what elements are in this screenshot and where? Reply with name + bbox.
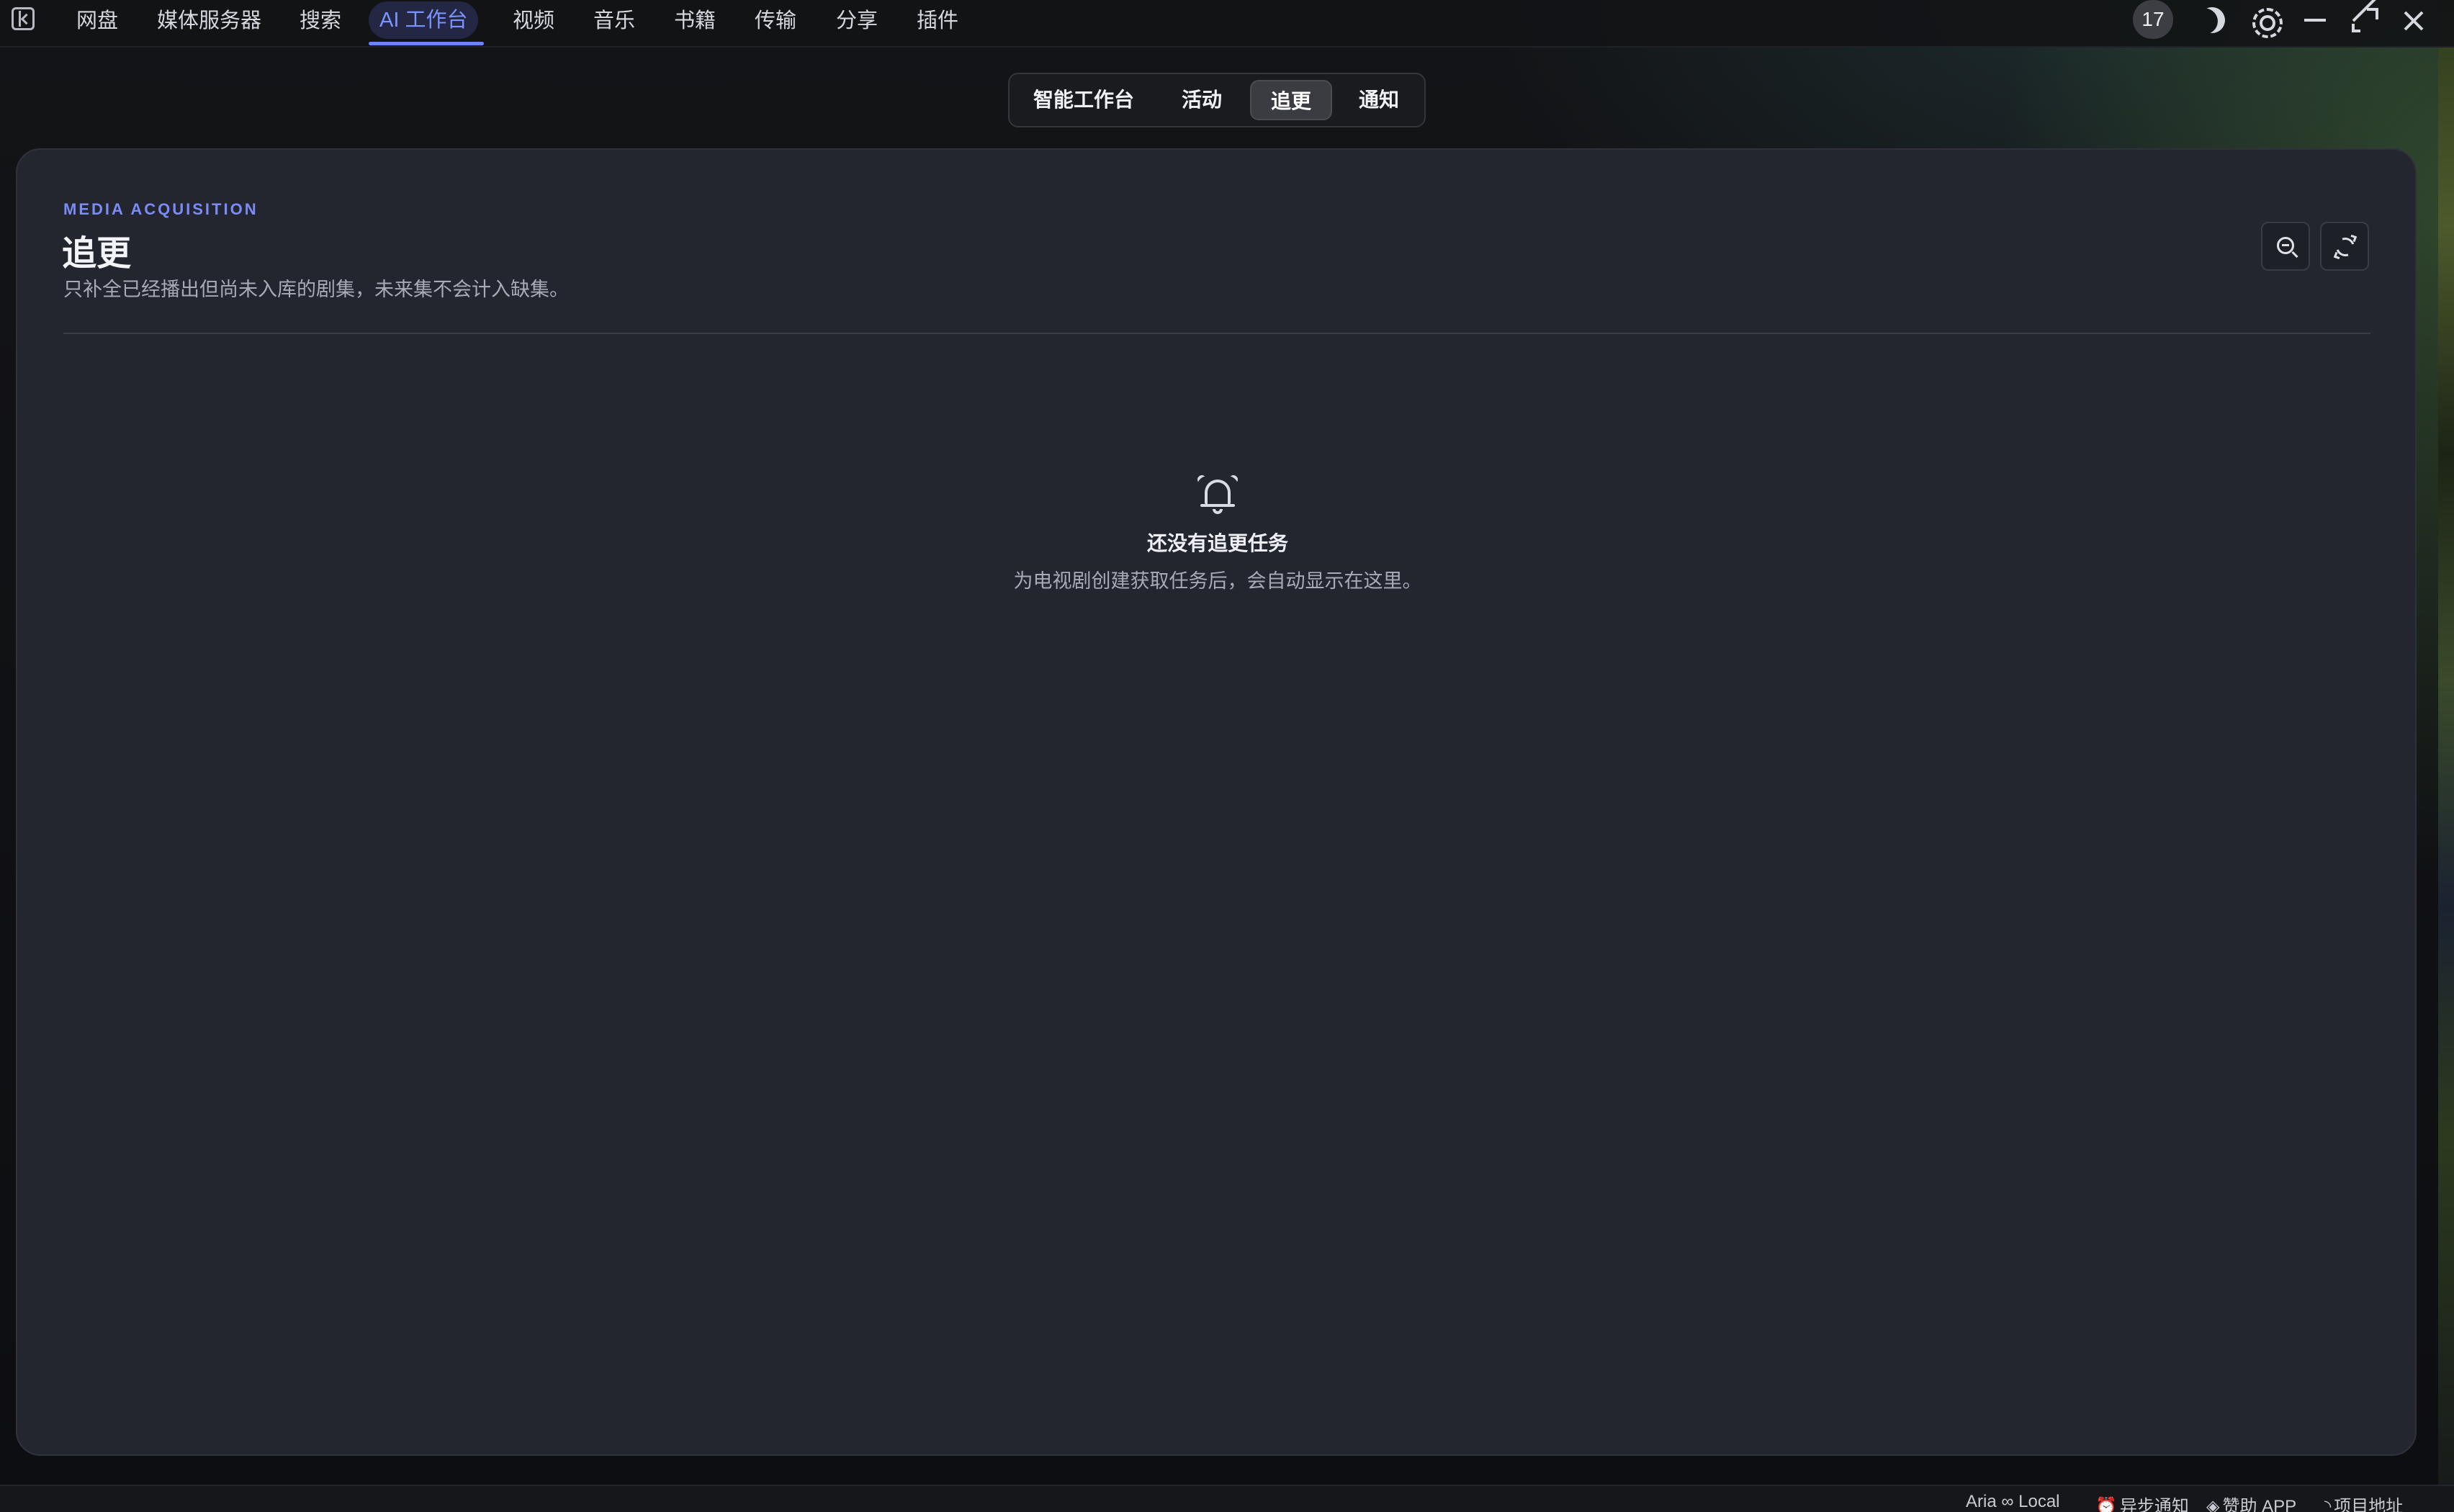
sidebar-toggle-icon[interactable] — [12, 7, 35, 30]
workbench-tabs: 智能工作台 活动 追更 通知 — [1008, 73, 1426, 127]
nav-item-ai-workbench[interactable]: AI 工作台 — [369, 1, 479, 39]
empty-state-description: 为电视剧创建获取任务后，会自动显示在这里。 — [1013, 570, 1422, 592]
empty-state: 还没有追更任务 为电视剧创建获取任务后，会自动显示在这里。 — [17, 473, 2418, 593]
tab-activity[interactable]: 活动 — [1164, 80, 1240, 120]
follow-updates-panel: MEDIA ACQUISITION 追更 只补全已经播出但尚未入库的剧集，未来集… — [16, 148, 2417, 1456]
app-window: 网盘 媒体服务器 搜索 AI 工作台 视频 音乐 书籍 传输 分享 插件 17 … — [0, 0, 2454, 1512]
refresh-button[interactable] — [2320, 222, 2369, 271]
status-project-url[interactable]: ◝ 项目地址 — [2324, 1492, 2403, 1512]
nav-item-share[interactable]: 分享 — [836, 3, 878, 39]
status-aria-local[interactable]: Aria ∞ Local — [1966, 1492, 2060, 1512]
bell-icon — [1195, 473, 1240, 516]
nav-item-transfer[interactable]: 传输 — [755, 3, 796, 39]
tab-follow-updates[interactable]: 追更 — [1250, 80, 1332, 120]
empty-state-title: 还没有追更任务 — [1146, 532, 1288, 554]
moon-icon[interactable] — [2193, 3, 2229, 39]
maximize-icon[interactable] — [2346, 3, 2382, 39]
header-divider — [63, 333, 2370, 334]
layers-icon: ◈ — [2206, 1497, 2220, 1512]
nav-item-plugins[interactable]: 插件 — [917, 3, 958, 39]
status-async-notify[interactable]: ⏰ 异步通知 — [2095, 1492, 2189, 1512]
status-async-label: 异步通知 — [2119, 1497, 2189, 1512]
status-project-label: 项目地址 — [2334, 1497, 2404, 1512]
nav-item-video[interactable]: 视频 — [513, 3, 554, 39]
alarm-icon: ⏰ — [2095, 1497, 2117, 1512]
nav-item-search[interactable]: 搜索 — [300, 3, 341, 39]
nav-item-cloud-drive[interactable]: 网盘 — [76, 3, 118, 39]
background-artwork — [2438, 0, 2454, 1512]
close-icon[interactable] — [2396, 3, 2432, 39]
section-eyebrow: MEDIA ACQUISITION — [63, 200, 259, 218]
status-sponsor-app[interactable]: ◈ 赞助 APP — [2206, 1492, 2296, 1512]
nav-item-books[interactable]: 书籍 — [674, 3, 716, 39]
tab-notifications[interactable]: 通知 — [1341, 80, 1417, 120]
status-bar: Aria ∞ Local ⏰ 异步通知 ◈ 赞助 APP ◝ 项目地址 — [0, 1485, 2454, 1512]
nav-item-music[interactable]: 音乐 — [593, 3, 635, 39]
zoom-search-button[interactable] — [2261, 222, 2310, 271]
nav-item-media-server[interactable]: 媒体服务器 — [157, 3, 261, 39]
minimize-icon[interactable] — [2297, 3, 2333, 39]
rss-icon: ◝ — [2324, 1497, 2332, 1512]
tab-smart-workbench[interactable]: 智能工作台 — [1022, 80, 1145, 120]
status-sponsor-label: 赞助 APP — [2222, 1497, 2297, 1512]
page-title: 追更 — [62, 235, 132, 273]
notification-count-badge[interactable]: 17 — [2133, 0, 2173, 39]
status-aria-label: Aria ∞ Local — [1966, 1492, 2060, 1511]
active-nav-indicator — [369, 42, 484, 45]
gear-icon[interactable] — [2247, 3, 2283, 39]
top-menu-bar: 网盘 媒体服务器 搜索 AI 工作台 视频 音乐 书籍 传输 分享 插件 17 — [0, 0, 2454, 48]
page-description: 只补全已经播出但尚未入库的剧集，未来集不会计入缺集。 — [63, 279, 569, 300]
